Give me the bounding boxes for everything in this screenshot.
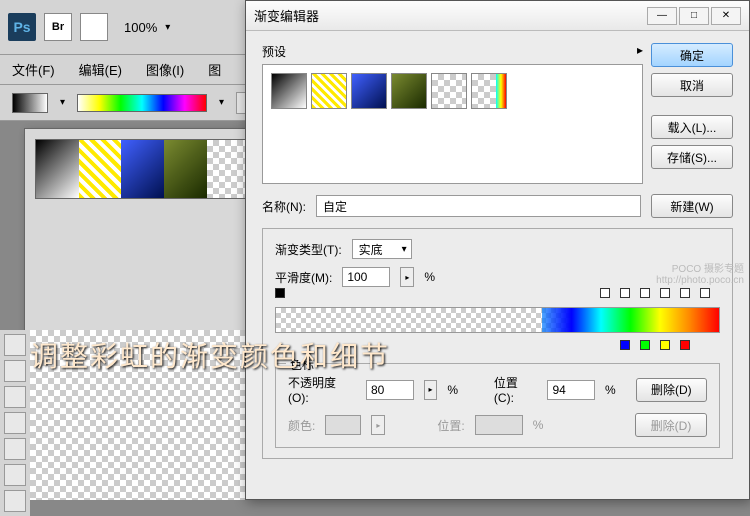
- opacity-input[interactable]: 80: [366, 380, 414, 400]
- percent-label: %: [424, 270, 435, 284]
- preset-item[interactable]: [471, 73, 507, 109]
- stops-group-label: 色标: [286, 356, 318, 373]
- dialog-title: 渐变编辑器: [254, 6, 319, 25]
- opacity-stop[interactable]: [640, 288, 650, 298]
- menu-file[interactable]: 文件(F): [12, 60, 55, 79]
- preset-item[interactable]: [271, 73, 307, 109]
- tool-eyedropper[interactable]: [4, 412, 26, 434]
- smoothness-spinner[interactable]: ▸: [400, 267, 414, 287]
- preset-item[interactable]: [351, 73, 387, 109]
- delete-opacity-stop-button[interactable]: 删除(D): [636, 378, 707, 402]
- menu-image[interactable]: 图像(I): [146, 60, 184, 79]
- position-input[interactable]: 94: [547, 380, 595, 400]
- maximize-button[interactable]: □: [679, 7, 709, 25]
- color-stop[interactable]: [620, 340, 630, 350]
- opacity-stop[interactable]: [275, 288, 285, 298]
- preset-item[interactable]: [391, 73, 427, 109]
- preset-item[interactable]: [207, 140, 250, 198]
- preset-item[interactable]: [431, 73, 467, 109]
- position2-label: 位置:: [437, 417, 464, 434]
- opacity-stop[interactable]: [660, 288, 670, 298]
- watermark: POCO 摄影专题 http://photo.poco.cn: [656, 260, 744, 286]
- photoshop-icon: Ps: [8, 13, 36, 41]
- gradient-bar[interactable]: [275, 307, 720, 333]
- gradient-selector[interactable]: [12, 93, 48, 113]
- gradient-type-select[interactable]: 实底: [352, 239, 412, 259]
- preset-item[interactable]: [121, 140, 164, 198]
- opacity-label: 不透明度(O):: [288, 374, 356, 405]
- color-stop[interactable]: [680, 340, 690, 350]
- tool-brush[interactable]: [4, 438, 26, 460]
- zoom-level: 100%: [124, 20, 157, 35]
- color-swatch: [325, 415, 361, 435]
- position2-input: [475, 415, 523, 435]
- preset-grid: [262, 64, 643, 184]
- color-stop[interactable]: [660, 340, 670, 350]
- name-input[interactable]: [316, 195, 641, 217]
- opacity-stop[interactable]: [600, 288, 610, 298]
- preset-item[interactable]: [311, 73, 347, 109]
- smoothness-label: 平滑度(M):: [275, 269, 332, 286]
- menu-edit[interactable]: 编辑(E): [79, 60, 122, 79]
- menu-layer[interactable]: 图: [208, 60, 221, 79]
- color-stop[interactable]: [640, 340, 650, 350]
- opacity-spinner[interactable]: ▸: [424, 380, 438, 400]
- gradient-preview[interactable]: [77, 94, 207, 112]
- preset-menu-icon[interactable]: ▸: [637, 43, 643, 60]
- cancel-button[interactable]: 取消: [651, 73, 733, 97]
- tool-stamp[interactable]: [4, 464, 26, 486]
- tool-crop[interactable]: [4, 386, 26, 408]
- save-button[interactable]: 存储(S)...: [651, 145, 733, 169]
- smoothness-input[interactable]: 100: [342, 267, 390, 287]
- delete-color-stop-button: 删除(D): [635, 413, 707, 437]
- gradient-editor-dialog: 渐变编辑器 — □ ✕ 预设▸ 确定 取消 载入(L: [245, 0, 750, 500]
- opacity-stop[interactable]: [620, 288, 630, 298]
- tool-gradient[interactable]: [4, 490, 26, 512]
- opacity-stop[interactable]: [700, 288, 710, 298]
- tool-wand[interactable]: [4, 360, 26, 382]
- preset-item[interactable]: [79, 140, 122, 198]
- dropdown-icon[interactable]: ▾: [60, 97, 65, 108]
- preset-item[interactable]: [164, 140, 207, 198]
- toolbar-icon[interactable]: [80, 13, 108, 41]
- ok-button[interactable]: 确定: [651, 43, 733, 67]
- bridge-icon[interactable]: Br: [44, 13, 72, 41]
- color-picker-button: ▸: [371, 415, 385, 435]
- name-label: 名称(N):: [262, 198, 306, 215]
- presets-label: 预设: [262, 43, 286, 60]
- tool-lasso[interactable]: [4, 334, 26, 356]
- preset-item[interactable]: [36, 140, 79, 198]
- new-button[interactable]: 新建(W): [651, 194, 733, 218]
- gradient-type-label: 渐变类型(T):: [275, 241, 342, 258]
- zoom-dropdown-icon[interactable]: ▾: [165, 22, 170, 33]
- close-button[interactable]: ✕: [711, 7, 741, 25]
- opacity-stop[interactable]: [680, 288, 690, 298]
- position-label: 位置(C):: [494, 374, 538, 405]
- minimize-button[interactable]: —: [647, 7, 677, 25]
- color-label: 颜色:: [288, 417, 315, 434]
- load-button[interactable]: 载入(L)...: [651, 115, 733, 139]
- opacity-stops-track[interactable]: [275, 287, 720, 301]
- dropdown-icon[interactable]: ▾: [219, 97, 224, 108]
- color-stops-track[interactable]: [275, 339, 720, 353]
